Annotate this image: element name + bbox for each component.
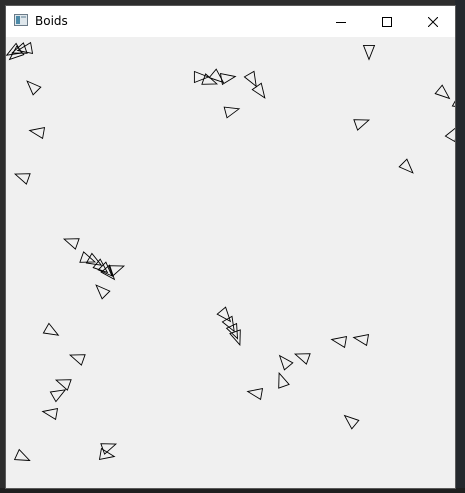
window-title: Boids bbox=[35, 14, 68, 28]
boid-triangle bbox=[223, 106, 241, 119]
boid-triangle bbox=[98, 447, 116, 460]
boids-drawing bbox=[6, 41, 455, 462]
boid-triangle bbox=[352, 334, 370, 347]
boid-triangle bbox=[451, 100, 455, 107]
boid-triangle bbox=[362, 44, 376, 61]
boid-triangle bbox=[41, 408, 59, 421]
background-window-edge-bottom bbox=[0, 488, 465, 493]
boid-triangle bbox=[49, 389, 67, 403]
boid-triangle bbox=[293, 353, 311, 365]
boid-triangle bbox=[246, 388, 264, 401]
boid-triangle bbox=[54, 379, 72, 391]
boid-triangle bbox=[85, 252, 103, 266]
boid-triangle bbox=[278, 354, 294, 371]
boids-window: Boids bbox=[6, 6, 455, 488]
boid-triangle bbox=[251, 82, 266, 99]
boid-triangle bbox=[444, 127, 455, 143]
boid-triangle bbox=[353, 119, 371, 131]
boid-triangle bbox=[193, 70, 210, 84]
boid-triangle bbox=[95, 284, 111, 300]
close-button[interactable] bbox=[410, 6, 455, 37]
boid-triangle bbox=[219, 73, 237, 86]
minimize-icon bbox=[336, 21, 346, 23]
boid-triangle bbox=[434, 84, 451, 100]
boid-triangle bbox=[398, 158, 414, 174]
app-window-icon bbox=[14, 14, 28, 26]
title-bar[interactable]: Boids bbox=[6, 6, 455, 37]
maximize-icon bbox=[382, 16, 392, 27]
boid-triangle bbox=[221, 315, 235, 333]
boid-triangle bbox=[229, 329, 241, 347]
minimize-button[interactable] bbox=[318, 6, 364, 37]
boid-triangle bbox=[216, 306, 232, 323]
boid-triangle bbox=[13, 173, 31, 185]
boid-triangle bbox=[62, 238, 80, 250]
boid-triangle bbox=[13, 448, 31, 462]
boid-triangle bbox=[278, 371, 290, 389]
boid-triangle bbox=[243, 70, 257, 88]
boid-triangle bbox=[330, 336, 348, 349]
background-window-edge bbox=[455, 0, 465, 493]
boid-triangle bbox=[68, 354, 86, 366]
close-icon bbox=[427, 16, 438, 27]
boids-canvas[interactable] bbox=[6, 37, 455, 488]
maximize-button[interactable] bbox=[364, 6, 410, 37]
boid-triangle bbox=[42, 322, 60, 336]
boid-triangle bbox=[343, 414, 360, 430]
boid-triangle bbox=[26, 80, 42, 96]
boid-triangle bbox=[28, 127, 46, 140]
